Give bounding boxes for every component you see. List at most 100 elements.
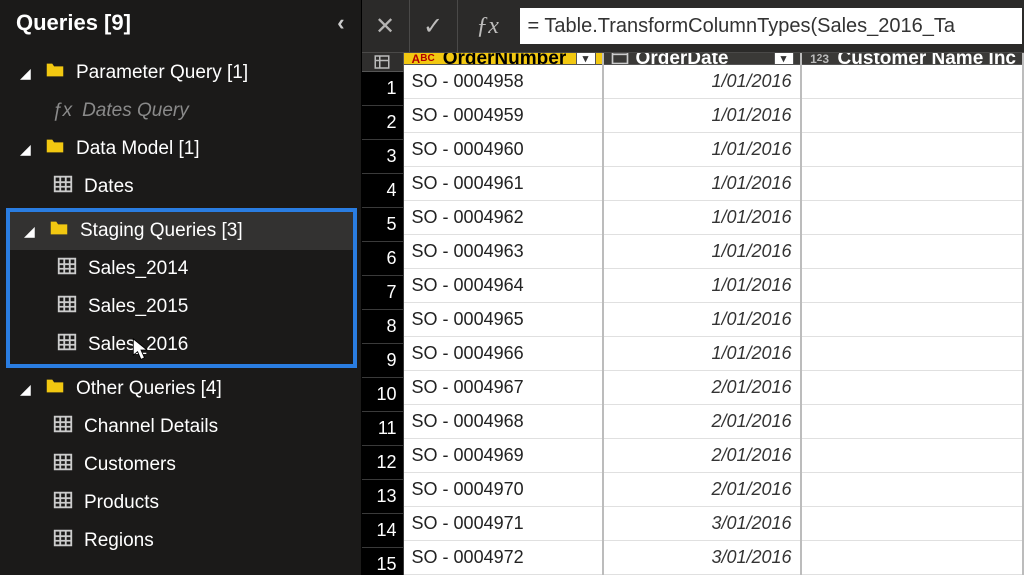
row-number-cell[interactable]: 2 <box>362 106 404 140</box>
row-number-cell[interactable]: 9 <box>362 344 404 378</box>
data-cell[interactable]: SO - 0004969 <box>404 439 602 473</box>
data-cell[interactable]: 2/01/2016 <box>604 439 800 473</box>
data-cell[interactable] <box>802 99 1022 133</box>
data-cell[interactable]: SO - 0004966 <box>404 337 602 371</box>
column-header-orderdate[interactable]: OrderDate ▾ <box>604 53 800 65</box>
query-customers[interactable]: Customers <box>0 446 361 484</box>
data-cell[interactable] <box>802 507 1022 541</box>
column-label: OrderNumber <box>443 53 567 65</box>
row-number-cell[interactable]: 6 <box>362 242 404 276</box>
data-cell[interactable]: 2/01/2016 <box>604 405 800 439</box>
fx-icon[interactable]: ƒx <box>458 0 518 52</box>
data-cell[interactable]: 3/01/2016 <box>604 541 800 575</box>
chevron-down-icon[interactable]: ◢ <box>20 65 34 82</box>
data-cell[interactable]: 1/01/2016 <box>604 65 800 99</box>
row-number-cell[interactable]: 14 <box>362 514 404 548</box>
data-cell[interactable]: 2/01/2016 <box>604 473 800 507</box>
data-cell[interactable]: SO - 0004962 <box>404 201 602 235</box>
row-number-column: 123456789101112131415 <box>362 53 404 575</box>
type-date-icon[interactable] <box>610 53 630 65</box>
group-data-model[interactable]: ◢ Data Model [1] <box>0 130 361 168</box>
cancel-formula-button[interactable]: ✕ <box>362 0 410 52</box>
column-header-customer-name-index[interactable]: 123 Customer Name Inc <box>802 53 1022 65</box>
data-cell[interactable]: SO - 0004972 <box>404 541 602 575</box>
select-all-corner[interactable] <box>362 53 404 72</box>
query-dates-query[interactable]: ƒx Dates Query <box>0 92 361 130</box>
data-cell[interactable] <box>802 65 1022 99</box>
data-cell[interactable] <box>802 541 1022 575</box>
data-cell[interactable]: 1/01/2016 <box>604 337 800 371</box>
data-cell[interactable]: SO - 0004967 <box>404 371 602 405</box>
group-parameter-query[interactable]: ◢ Parameter Query [1] <box>0 54 361 92</box>
collapse-panel-chevron-icon[interactable]: ‹ <box>337 10 344 36</box>
data-cell[interactable]: 1/01/2016 <box>604 133 800 167</box>
data-cell[interactable]: 1/01/2016 <box>604 167 800 201</box>
data-cell[interactable]: SO - 0004968 <box>404 405 602 439</box>
row-number-cell[interactable]: 8 <box>362 310 404 344</box>
column-header-ordernumber[interactable]: ABC OrderNumber ▾ <box>404 53 602 65</box>
data-cell[interactable]: 1/01/2016 <box>604 201 800 235</box>
data-cell[interactable]: SO - 0004961 <box>404 167 602 201</box>
column-orderdate[interactable]: OrderDate ▾ 1/01/20161/01/20161/01/20161… <box>604 53 802 575</box>
data-cell[interactable]: SO - 0004965 <box>404 303 602 337</box>
data-cell[interactable]: 1/01/2016 <box>604 269 800 303</box>
chevron-down-icon[interactable]: ◢ <box>20 381 34 398</box>
query-sales-2016[interactable]: Sales_2016 <box>10 326 353 364</box>
commit-formula-button[interactable]: ✓ <box>410 0 458 52</box>
data-cell[interactable] <box>802 473 1022 507</box>
group-staging-queries[interactable]: ◢ Staging Queries [3] <box>10 212 353 250</box>
data-cell[interactable] <box>802 201 1022 235</box>
table-icon <box>56 255 78 283</box>
column-filter-dropdown-icon[interactable]: ▾ <box>576 53 596 65</box>
group-other-queries[interactable]: ◢ Other Queries [4] <box>0 370 361 408</box>
query-dates[interactable]: Dates <box>0 168 361 206</box>
data-cell[interactable]: 1/01/2016 <box>604 235 800 269</box>
row-number-cell[interactable]: 11 <box>362 412 404 446</box>
query-products[interactable]: Products <box>0 484 361 522</box>
row-number-cell[interactable]: 4 <box>362 174 404 208</box>
row-number-cell[interactable]: 15 <box>362 548 404 575</box>
data-cell[interactable] <box>802 269 1022 303</box>
query-sales-2015[interactable]: Sales_2015 <box>10 288 353 326</box>
data-cell[interactable] <box>802 303 1022 337</box>
row-number-cell[interactable]: 1 <box>362 72 404 106</box>
column-ordernumber[interactable]: ABC OrderNumber ▾ SO - 0004958SO - 00049… <box>404 53 604 575</box>
row-number-cell[interactable]: 7 <box>362 276 404 310</box>
data-cell[interactable] <box>802 235 1022 269</box>
data-cell[interactable]: SO - 0004959 <box>404 99 602 133</box>
data-cell[interactable]: SO - 0004970 <box>404 473 602 507</box>
data-cell[interactable] <box>802 371 1022 405</box>
row-number-cell[interactable]: 13 <box>362 480 404 514</box>
formula-input[interactable] <box>528 15 1014 38</box>
data-cell[interactable] <box>802 405 1022 439</box>
query-label: Dates Query <box>82 100 189 122</box>
row-number-cell[interactable]: 12 <box>362 446 404 480</box>
data-cell[interactable] <box>802 337 1022 371</box>
folder-icon <box>44 375 66 403</box>
data-cell[interactable]: 2/01/2016 <box>604 371 800 405</box>
type-text-icon[interactable]: ABC <box>410 53 437 65</box>
column-filter-dropdown-icon[interactable]: ▾ <box>774 53 794 65</box>
data-cell[interactable] <box>802 133 1022 167</box>
data-cell[interactable]: SO - 0004964 <box>404 269 602 303</box>
chevron-down-icon[interactable]: ◢ <box>20 141 34 158</box>
type-number-icon[interactable]: 123 <box>808 53 832 65</box>
query-channel-details[interactable]: Channel Details <box>0 408 361 446</box>
row-number-cell[interactable]: 5 <box>362 208 404 242</box>
data-cell[interactable] <box>802 439 1022 473</box>
data-cell[interactable] <box>802 167 1022 201</box>
data-cell[interactable]: SO - 0004960 <box>404 133 602 167</box>
query-sales-2014[interactable]: Sales_2014 <box>10 250 353 288</box>
data-cell[interactable]: 3/01/2016 <box>604 507 800 541</box>
chevron-down-icon[interactable]: ◢ <box>24 223 38 240</box>
query-regions[interactable]: Regions <box>0 522 361 560</box>
data-cell[interactable]: SO - 0004971 <box>404 507 602 541</box>
row-number-cell[interactable]: 3 <box>362 140 404 174</box>
data-cell[interactable]: 1/01/2016 <box>604 303 800 337</box>
data-cell[interactable]: SO - 0004963 <box>404 235 602 269</box>
data-cell[interactable]: 1/01/2016 <box>604 99 800 133</box>
row-number-cell[interactable]: 10 <box>362 378 404 412</box>
data-cell[interactable]: SO - 0004958 <box>404 65 602 99</box>
column-customer-name-index[interactable]: 123 Customer Name Inc <box>802 53 1024 575</box>
formula-input-wrap[interactable] <box>520 8 1022 44</box>
